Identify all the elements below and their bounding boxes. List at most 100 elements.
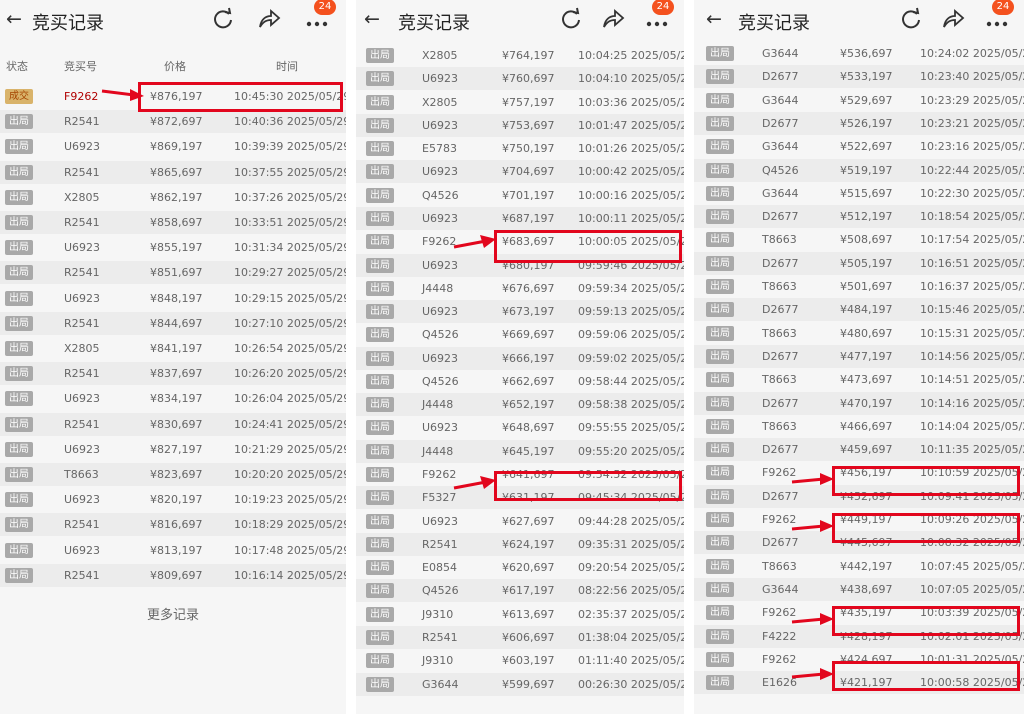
bidder-code: U6923 bbox=[64, 442, 101, 456]
table-row: 出局 U6923 ¥753,697 10:01:47 2025/05/29 bbox=[356, 113, 684, 137]
status-badge: 出局 bbox=[706, 465, 734, 481]
back-arrow-icon[interactable]: ← bbox=[706, 8, 722, 30]
refresh-icon[interactable] bbox=[898, 6, 924, 32]
status-badge: 出局 bbox=[366, 373, 394, 389]
status-badge: 出局 bbox=[706, 302, 734, 318]
status-badge: 出局 bbox=[706, 605, 734, 621]
bid-price: ¥851,697 bbox=[150, 266, 203, 280]
bidder-code: X2805 bbox=[422, 49, 458, 62]
refresh-icon[interactable] bbox=[558, 6, 584, 32]
bid-price: ¥529,697 bbox=[840, 93, 893, 107]
bid-price: ¥536,697 bbox=[840, 47, 893, 60]
bid-time: 10:04:25 2025/05/29 bbox=[578, 49, 684, 62]
share-icon[interactable] bbox=[600, 6, 626, 32]
bid-price: ¥599,697 bbox=[502, 677, 555, 691]
table-row: 出局 J9310 ¥613,697 02:35:37 2025/05/29 bbox=[356, 603, 684, 626]
bidder-code: X2805 bbox=[64, 342, 100, 355]
status-badge: 出局 bbox=[706, 69, 734, 85]
bid-time: 09:20:54 2025/05/29 bbox=[578, 561, 684, 575]
bidder-code: D2677 bbox=[762, 349, 799, 363]
status-badge: 出局 bbox=[366, 676, 394, 692]
bid-price: ¥865,697 bbox=[150, 165, 203, 179]
refresh-icon[interactable] bbox=[210, 6, 236, 32]
bid-time: 10:39:39 2025/05/29 bbox=[234, 140, 346, 154]
status-badge: 出局 bbox=[366, 187, 394, 203]
status-badge: 成交 bbox=[5, 89, 33, 104]
bid-time: 10:27:10 2025/05/29 bbox=[234, 316, 346, 330]
bid-time: 10:24:02 2025/05/28 bbox=[920, 47, 1024, 60]
status-badge: 出局 bbox=[5, 391, 33, 407]
table-row: 出局 U6923 ¥627,697 09:44:28 2025/05/29 bbox=[356, 510, 684, 533]
col-header-time: 时间 bbox=[276, 60, 298, 73]
table-row: 出局 U6923 ¥687,197 10:00:11 2025/05/29 bbox=[356, 206, 684, 230]
bidder-code: U6923 bbox=[64, 291, 101, 305]
bidder-code: U6923 bbox=[422, 211, 459, 225]
share-icon[interactable] bbox=[256, 6, 282, 32]
status-badge: 出局 bbox=[366, 304, 394, 320]
table-row: 出局 U6923 ¥855,197 10:31:34 2025/05/29 bbox=[0, 236, 346, 259]
bid-price: ¥606,697 bbox=[502, 631, 555, 644]
bidder-code: R2541 bbox=[64, 518, 100, 532]
bidder-code: T8663 bbox=[762, 280, 797, 293]
bidder-code: R2541 bbox=[64, 417, 100, 431]
bid-price: ¥862,197 bbox=[150, 190, 203, 204]
red-arrow-icon bbox=[453, 235, 496, 249]
bid-price: ¥750,197 bbox=[502, 142, 555, 156]
bidder-code: G3644 bbox=[762, 47, 799, 60]
status-badge: 出局 bbox=[706, 139, 734, 155]
bid-price: ¥459,697 bbox=[840, 443, 893, 457]
bidder-code: E5783 bbox=[422, 142, 457, 156]
bid-price: ¥484,197 bbox=[840, 303, 893, 317]
highlight-box bbox=[138, 82, 343, 112]
bidder-code: R2541 bbox=[64, 367, 100, 381]
status-badge: 出局 bbox=[5, 315, 33, 331]
bid-price: ¥515,697 bbox=[840, 186, 893, 200]
table-row: 出局 U6923 ¥666,197 09:59:02 2025/05/29 bbox=[356, 346, 684, 370]
bid-price: ¥757,197 bbox=[502, 95, 555, 109]
bid-price: ¥813,197 bbox=[150, 543, 203, 557]
bidder-code: J9310 bbox=[422, 607, 454, 621]
table-row: 出局 R2541 ¥844,697 10:27:10 2025/05/29 bbox=[0, 311, 346, 335]
bid-price: ¥834,197 bbox=[150, 392, 203, 406]
table-row: 出局 Q4526 ¥662,697 09:58:44 2025/05/29 bbox=[356, 370, 684, 393]
back-arrow-icon[interactable]: ← bbox=[6, 8, 22, 30]
bid-price: ¥473,697 bbox=[840, 373, 893, 387]
bid-price: ¥512,197 bbox=[840, 210, 893, 224]
more-records-link[interactable]: 更多记录 bbox=[0, 604, 346, 623]
status-badge: 出局 bbox=[5, 290, 33, 306]
bid-price: ¥676,697 bbox=[502, 281, 555, 295]
table-row: 出局 U6923 ¥648,697 09:55:55 2025/05/29 bbox=[356, 416, 684, 439]
bidder-code: R2541 bbox=[64, 165, 100, 179]
table-row: 出局 U6923 ¥869,197 10:39:39 2025/05/29 bbox=[0, 135, 346, 158]
status-badge: 出局 bbox=[706, 535, 734, 551]
highlight-box bbox=[832, 466, 1020, 496]
table-row: 出局 R2541 ¥624,197 09:35:31 2025/05/29 bbox=[356, 532, 684, 556]
bid-time: 10:16:37 2025/05/28 bbox=[920, 280, 1024, 293]
table-row: 出局 D2677 ¥526,197 10:23:21 2025/05/28 bbox=[694, 111, 1024, 135]
app-header: ← 竞买记录 24 bbox=[0, 0, 346, 42]
bid-price: ¥841,197 bbox=[150, 342, 203, 355]
status-badge: 出局 bbox=[706, 279, 734, 294]
bid-time: 10:15:46 2025/05/28 bbox=[920, 303, 1024, 317]
status-badge: 出局 bbox=[5, 567, 33, 583]
red-arrow-icon bbox=[101, 89, 144, 101]
table-row: 出局 J4448 ¥676,697 09:59:34 2025/05/29 bbox=[356, 277, 684, 300]
status-badge: 出局 bbox=[366, 210, 394, 226]
back-arrow-icon[interactable]: ← bbox=[364, 8, 380, 30]
table-row: 出局 Q4526 ¥519,197 10:22:44 2025/05/28 bbox=[694, 158, 1024, 182]
share-icon[interactable] bbox=[940, 6, 966, 32]
bid-price: ¥477,197 bbox=[840, 349, 893, 363]
bid-time: 10:17:54 2025/05/28 bbox=[920, 233, 1024, 247]
status-badge: 出局 bbox=[5, 341, 33, 356]
highlight-box bbox=[494, 471, 682, 501]
status-badge: 出局 bbox=[5, 114, 33, 130]
status-badge: 出局 bbox=[366, 467, 394, 483]
bidder-code: D2677 bbox=[762, 489, 799, 503]
bidder-code: Q4526 bbox=[422, 374, 459, 388]
bid-time: 10:18:54 2025/05/28 bbox=[920, 210, 1024, 224]
table-row: 出局 G3644 ¥529,697 10:23:29 2025/05/28 bbox=[694, 89, 1024, 112]
status-badge: 出局 bbox=[706, 115, 734, 131]
red-arrow-icon bbox=[453, 476, 496, 490]
table-row: 出局 U6923 ¥820,197 10:19:23 2025/05/29 bbox=[0, 488, 346, 511]
bid-time: 09:59:02 2025/05/29 bbox=[578, 351, 684, 365]
